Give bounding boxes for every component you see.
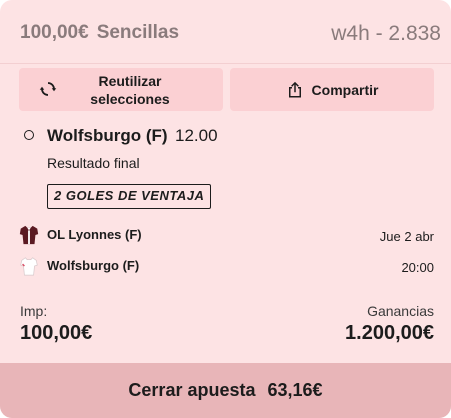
home-team-row: OL Lyonnes (F) Jue 2 abr <box>18 224 434 246</box>
jersey-icon <box>19 225 39 245</box>
winnings-label: Ganancias <box>367 303 434 319</box>
handicap-badge: 2 GOLES DE VENTAJA <box>47 184 212 209</box>
selection-odds: 12.00 <box>175 126 218 145</box>
bet-summary: 100,00€ Sencillas <box>20 22 179 44</box>
reuse-selections-label: Reutilizar selecciones <box>90 72 170 107</box>
jersey-icon <box>20 257 38 276</box>
cashout-label: Cerrar apuesta <box>128 380 256 400</box>
stake-value: 100,00€ <box>20 322 93 344</box>
match-date: Jue 2 abr <box>379 229 434 244</box>
refresh-icon <box>39 82 57 96</box>
bet-header: 100,00€ Sencillas w4h - 2.838 <box>0 0 451 64</box>
away-team-name: Wolfsburgo (F) <box>47 258 140 273</box>
market-name: Resultado final <box>47 155 140 171</box>
selection-status-icon <box>24 130 34 140</box>
header-stake: 100,00€ <box>20 22 89 43</box>
cashout-amount: 63,16€ <box>267 380 323 400</box>
away-team-row: Wolfsburgo (F) 20:00 <box>18 255 434 277</box>
share-icon <box>288 81 301 97</box>
match-time: 20:00 <box>401 260 434 275</box>
reuse-selections-button[interactable]: Reutilizar selecciones <box>19 68 223 111</box>
selection-team: Wolfsburgo (F) <box>47 126 168 145</box>
bet-card: 100,00€ Sencillas w4h - 2.838 Reutilizar … <box>0 0 451 418</box>
home-team-name: OL Lyonnes (F) <box>47 227 142 242</box>
bet-id: w4h - 2.838 <box>331 22 441 45</box>
share-button[interactable]: Compartir <box>230 68 434 111</box>
stake-label: Imp: <box>20 303 48 319</box>
cashout-button[interactable]: Cerrar apuesta 63,16€ <box>0 363 451 418</box>
share-label: Compartir <box>311 81 379 98</box>
winnings-value: 1.200,00€ <box>345 322 434 344</box>
bet-type: Sencillas <box>96 22 180 43</box>
